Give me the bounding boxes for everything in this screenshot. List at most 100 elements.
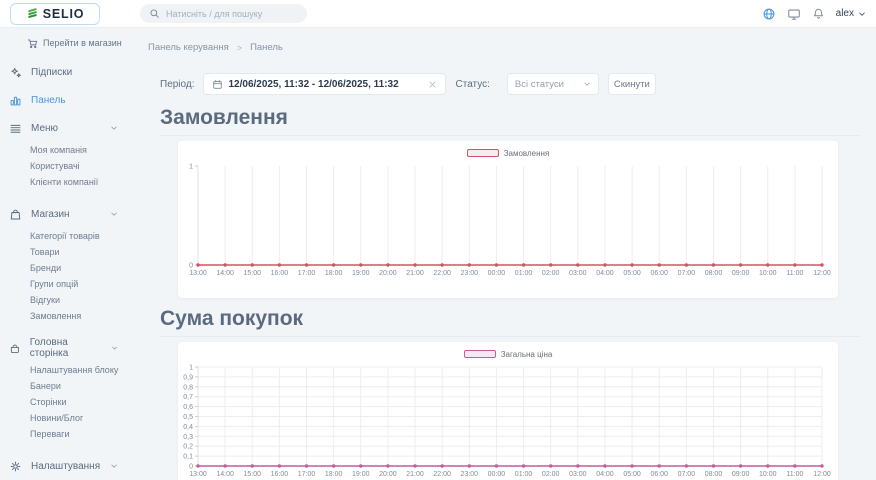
legend-label: Загальна ціна bbox=[501, 350, 553, 359]
svg-text:15:00: 15:00 bbox=[243, 471, 261, 478]
globe-icon[interactable] bbox=[762, 7, 776, 21]
period-range-input[interactable]: 12/06/2025, 11:32 - 12/06/2025, 11:32 bbox=[203, 73, 446, 95]
sidebar-item-company-clients[interactable]: Клієнти компанії bbox=[0, 174, 130, 190]
svg-text:00:00: 00:00 bbox=[488, 471, 506, 478]
svg-text:06:00: 06:00 bbox=[650, 471, 668, 478]
search-input[interactable] bbox=[166, 9, 286, 19]
sidebar-item-my-company[interactable]: Моя компанія bbox=[0, 142, 130, 158]
svg-text:0,8: 0,8 bbox=[183, 384, 193, 391]
svg-text:1: 1 bbox=[189, 164, 193, 171]
purchases-section-title: Сума покупок bbox=[160, 306, 860, 337]
svg-text:21:00: 21:00 bbox=[406, 471, 424, 478]
sidebar-item-product-categories[interactable]: Категорії товарів bbox=[0, 228, 130, 244]
svg-text:14:00: 14:00 bbox=[216, 270, 234, 277]
legend-swatch bbox=[467, 149, 499, 157]
sidebar-item-users[interactable]: Користувачі bbox=[0, 158, 130, 174]
sidebar-item-subscriptions[interactable]: Підписки bbox=[0, 58, 130, 86]
sidebar-item-banners[interactable]: Банери bbox=[0, 378, 130, 394]
chart-legend[interactable]: Замовлення bbox=[178, 147, 838, 159]
svg-text:00:00: 00:00 bbox=[488, 270, 506, 277]
svg-text:19:00: 19:00 bbox=[352, 270, 370, 277]
svg-text:0,7: 0,7 bbox=[183, 394, 193, 401]
svg-text:18:00: 18:00 bbox=[325, 270, 343, 277]
svg-text:20:00: 20:00 bbox=[379, 270, 397, 277]
breadcrumb: Панель керування > Панель bbox=[148, 42, 860, 53]
monitor-icon[interactable] bbox=[787, 7, 801, 21]
bell-icon[interactable] bbox=[812, 7, 825, 20]
sidebar-item-option-groups[interactable]: Групи опцій bbox=[0, 276, 130, 292]
svg-text:21:00: 21:00 bbox=[406, 270, 424, 277]
chart-legend[interactable]: Загальна ціна bbox=[178, 348, 838, 360]
sidebar-item-benefits[interactable]: Переваги bbox=[0, 426, 130, 442]
search-icon bbox=[149, 8, 160, 19]
sidebar-submenu-shop: Категорії товарівТовариБрендиГрупи опцій… bbox=[0, 228, 130, 324]
user-menu[interactable]: alex bbox=[836, 8, 866, 19]
breadcrumb-item-dashboard[interactable]: Панель керування bbox=[148, 42, 229, 53]
svg-text:09:00: 09:00 bbox=[732, 270, 750, 277]
orders-line-chart: 1 013:00 14:00 15:00 16:00 17:00 18:00 19:00 20:… bbox=[178, 159, 838, 281]
logo[interactable]: SELIO bbox=[10, 3, 100, 25]
sidebar-item-shop[interactable]: Магазин bbox=[0, 200, 130, 228]
purchases-chart-card: Загальна ціна 10,90,80,70,60,50,40,30,20… bbox=[178, 342, 838, 480]
bag-icon bbox=[9, 208, 22, 221]
svg-text:03:00: 03:00 bbox=[569, 471, 587, 478]
svg-text:17:00: 17:00 bbox=[298, 471, 316, 478]
global-search[interactable] bbox=[140, 4, 307, 23]
sidebar-item-news-blog[interactable]: Новини/Блог bbox=[0, 410, 130, 426]
svg-text:0: 0 bbox=[189, 263, 193, 270]
svg-text:13:00: 13:00 bbox=[189, 270, 207, 277]
sidebar-item-label: Налаштування bbox=[31, 461, 100, 472]
sidebar-nav: ПідпискиПанельМенюМоя компаніяКористувач… bbox=[0, 58, 130, 480]
sidebar-item-pages[interactable]: Сторінки bbox=[0, 394, 130, 410]
svg-text:15:00: 15:00 bbox=[243, 270, 261, 277]
sidebar-item-orders[interactable]: Замовлення bbox=[0, 308, 130, 324]
username: alex bbox=[836, 8, 854, 19]
svg-text:08:00: 08:00 bbox=[705, 471, 723, 478]
sidebar-submenu-home-page: Налаштування блокуБанериСторінкиНовини/Б… bbox=[0, 362, 130, 442]
legend-swatch bbox=[464, 350, 496, 358]
svg-text:07:00: 07:00 bbox=[678, 270, 696, 277]
svg-text:16:00: 16:00 bbox=[271, 270, 289, 277]
sidebar-item-brands[interactable]: Бренди bbox=[0, 260, 130, 276]
orders-section-title: Замовлення bbox=[160, 105, 860, 136]
svg-text:0,1: 0,1 bbox=[183, 454, 193, 461]
svg-text:17:00: 17:00 bbox=[298, 270, 316, 277]
svg-text:0,3: 0,3 bbox=[183, 434, 193, 441]
go-to-store-label: Перейти в магазин bbox=[43, 38, 122, 48]
svg-text:11:00: 11:00 bbox=[786, 270, 803, 277]
sidebar-item-block-settings[interactable]: Налаштування блоку bbox=[0, 362, 130, 378]
clear-period-icon[interactable] bbox=[428, 80, 437, 89]
sidebar-item-settings[interactable]: Налаштування bbox=[0, 452, 130, 480]
chevron-down-icon bbox=[110, 124, 118, 132]
cart-icon bbox=[27, 38, 38, 49]
calendar-icon bbox=[212, 79, 223, 90]
reset-button[interactable]: Скинути bbox=[608, 73, 656, 95]
chevron-down-icon bbox=[111, 344, 118, 352]
svg-text:02:00: 02:00 bbox=[542, 471, 560, 478]
status-select[interactable]: Всі статуси bbox=[507, 73, 599, 95]
svg-text:23:00: 23:00 bbox=[461, 270, 479, 277]
svg-text:12:00: 12:00 bbox=[813, 270, 831, 277]
svg-text:0,4: 0,4 bbox=[183, 424, 193, 431]
main-area: Панель керування > Панель Період: 12/06/… bbox=[130, 28, 876, 480]
chevron-down-icon bbox=[110, 462, 118, 470]
sidebar-item-products[interactable]: Товари bbox=[0, 244, 130, 260]
svg-text:01:00: 01:00 bbox=[515, 471, 533, 478]
svg-text:16:00: 16:00 bbox=[271, 471, 289, 478]
svg-text:0,6: 0,6 bbox=[183, 404, 193, 411]
svg-text:09:00: 09:00 bbox=[732, 471, 750, 478]
sidebar-item-reviews[interactable]: Відгуки bbox=[0, 292, 130, 308]
go-to-store-link[interactable]: Перейти в магазин bbox=[27, 34, 130, 52]
svg-text:11:00: 11:00 bbox=[786, 471, 803, 478]
svg-text:02:00: 02:00 bbox=[542, 270, 560, 277]
sidebar-item-home-page[interactable]: Головна сторінка bbox=[0, 334, 130, 362]
purchases-line-chart: 10,90,80,70,60,50,40,30,20,1013:0014:001… bbox=[178, 360, 838, 480]
sidebar-submenu-menu: Моя компаніяКористувачіКлієнти компанії bbox=[0, 142, 130, 190]
logo-text: SELIO bbox=[43, 7, 85, 21]
chevron-down-icon bbox=[583, 80, 591, 88]
svg-text:0,5: 0,5 bbox=[183, 414, 193, 421]
breadcrumb-separator: > bbox=[237, 43, 242, 53]
sidebar-item-menu[interactable]: Меню bbox=[0, 114, 130, 142]
sidebar-item-panel[interactable]: Панель bbox=[0, 86, 130, 114]
period-label: Період: bbox=[160, 79, 195, 90]
